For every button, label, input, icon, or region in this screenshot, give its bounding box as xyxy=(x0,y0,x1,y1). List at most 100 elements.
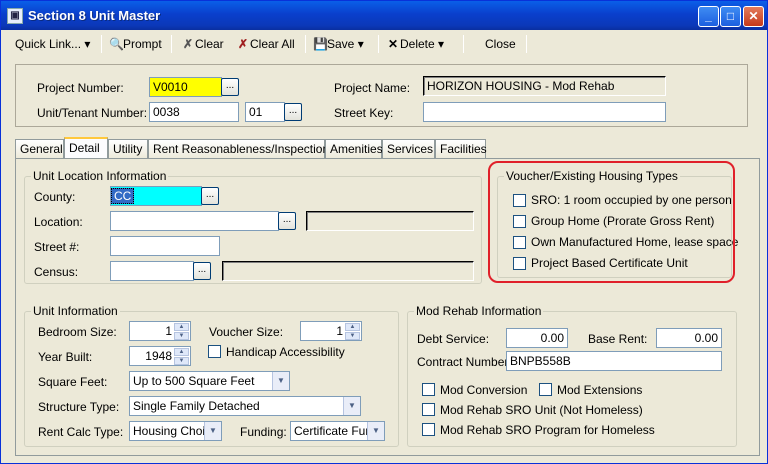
close-window-button[interactable]: ✕ xyxy=(743,6,764,27)
project-number-input[interactable]: V0010 xyxy=(149,77,222,97)
mod-rehab-group: Mod Rehab Information Debt Service: 0.00… xyxy=(407,304,737,447)
chevron-down-icon: ▼ xyxy=(367,422,384,440)
minimize-button[interactable]: _ xyxy=(698,6,719,27)
app-icon: ▣ xyxy=(7,8,23,24)
location-lookup-button[interactable]: ... xyxy=(278,212,296,230)
bedroom-size-stepper[interactable]: 1 ▲ ▼ xyxy=(129,321,191,341)
tab-amenities[interactable]: Amenities xyxy=(325,139,383,159)
census-lookup-button[interactable]: ... xyxy=(193,262,211,280)
structure-type-label: Structure Type: xyxy=(38,400,120,414)
magnifier-icon: 🔍 xyxy=(109,37,124,51)
spin-down-icon[interactable]: ▼ xyxy=(174,332,189,340)
close-button[interactable]: Close xyxy=(481,34,520,54)
title-bar: ▣ Section 8 Unit Master _ □ ✕ xyxy=(1,1,767,30)
square-feet-value: Up to 500 Square Feet xyxy=(133,374,255,388)
county-lookup-button[interactable]: ... xyxy=(201,187,219,205)
chevron-down-icon: ▼ xyxy=(343,397,360,415)
tab-facilities[interactable]: Facilities xyxy=(435,139,487,159)
mod-rehab-sro-unit-label: Mod Rehab SRO Unit (Not Homeless) xyxy=(440,403,643,417)
floppy-disk-icon: 💾 xyxy=(313,37,328,51)
clear-all-button[interactable]: ✗ Clear All xyxy=(232,34,299,54)
spin-down-icon[interactable]: ▼ xyxy=(174,357,189,365)
unit-number-input[interactable]: 0038 xyxy=(149,102,239,122)
tab-general[interactable]: General xyxy=(15,139,64,159)
debt-service-input[interactable]: 0.00 xyxy=(506,328,568,348)
street-number-input[interactable] xyxy=(110,236,220,256)
spin-up-icon[interactable]: ▲ xyxy=(174,323,189,331)
structure-type-select[interactable]: Single Family Detached ▼ xyxy=(129,396,361,416)
square-feet-select[interactable]: Up to 500 Square Feet ▼ xyxy=(129,371,290,391)
voucher-size-stepper[interactable]: 1 ▲ ▼ xyxy=(300,321,362,341)
location-label: Location: xyxy=(34,215,83,229)
contract-number-label: Contract Number: xyxy=(417,355,512,369)
project-number-lookup-button[interactable]: ... xyxy=(221,78,239,96)
county-value: CC xyxy=(111,188,135,204)
project-name-field: HORIZON HOUSING - Mod Rehab xyxy=(423,76,666,96)
mod-rehab-sro-program-label: Mod Rehab SRO Program for Homeless xyxy=(440,423,655,437)
rent-calc-type-label: Rent Calc Type: xyxy=(38,425,124,439)
funding-label: Funding: xyxy=(240,425,287,439)
square-feet-label: Square Feet: xyxy=(38,375,108,389)
street-key-input[interactable] xyxy=(423,102,666,122)
delete-x-icon: ✕ xyxy=(387,37,399,51)
debt-service-label: Debt Service: xyxy=(417,332,490,346)
toolbar: Quick Link... ▾ 🔍Prompt ✗ Clear ✗ Clear Al… xyxy=(5,32,763,56)
clear-all-label: Clear All xyxy=(250,37,295,51)
toolbar-separator xyxy=(305,35,306,53)
rent-calc-type-select[interactable]: Housing Choice ▼ xyxy=(129,421,222,441)
spin-up-icon[interactable]: ▲ xyxy=(174,348,189,356)
handicap-accessibility-label: Handicap Accessibility xyxy=(226,345,345,359)
close-label: Close xyxy=(485,37,516,51)
base-rent-input[interactable]: 0.00 xyxy=(656,328,722,348)
voucher-size-label: Voucher Size: xyxy=(209,325,284,339)
funding-select[interactable]: Certificate Func ▼ xyxy=(290,421,385,441)
census-input[interactable] xyxy=(110,261,194,281)
prompt-button[interactable]: 🔍Prompt xyxy=(105,34,166,54)
spin-up-icon[interactable]: ▲ xyxy=(345,323,360,331)
structure-type-value: Single Family Detached xyxy=(133,399,260,413)
chevron-down-icon: ▾ xyxy=(84,37,91,51)
clear-icon: ✗ xyxy=(182,37,194,51)
location-description-field xyxy=(306,211,474,231)
chevron-down-icon: ▼ xyxy=(204,422,221,440)
project-name-label: Project Name: xyxy=(334,81,411,95)
unit-lookup-button[interactable]: ... xyxy=(284,103,302,121)
tab-utility[interactable]: Utility xyxy=(108,139,148,159)
mod-rehab-sro-unit-checkbox[interactable] xyxy=(422,403,435,416)
mod-rehab-sro-program-checkbox[interactable] xyxy=(422,423,435,436)
voucher-size-value: 1 xyxy=(336,324,343,338)
funding-value: Certificate Func xyxy=(294,424,379,438)
toolbar-separator xyxy=(463,35,464,53)
county-input[interactable]: CC xyxy=(110,186,202,206)
street-key-label: Street Key: xyxy=(334,106,394,120)
street-number-label: Street #: xyxy=(34,240,80,254)
unit-tenant-number-label: Unit/Tenant Number: xyxy=(37,106,148,120)
mod-rehab-group-title: Mod Rehab Information xyxy=(414,304,544,318)
tenant-number-input[interactable]: 01 xyxy=(245,102,285,122)
clear-button[interactable]: ✗ Clear xyxy=(177,34,228,54)
annotation-highlight-box xyxy=(488,161,735,283)
tab-detail[interactable]: Detail xyxy=(64,137,108,160)
year-built-stepper[interactable]: 1948 ▲ ▼ xyxy=(129,346,191,366)
quick-link-button[interactable]: Quick Link... ▾ xyxy=(11,34,94,54)
spin-down-icon[interactable]: ▼ xyxy=(345,332,360,340)
unit-information-group: Unit Information Bedroom Size: 1 ▲ ▼ Vouch… xyxy=(24,304,399,447)
save-button[interactable]: 💾Save ▾ xyxy=(309,34,368,54)
maximize-button[interactable]: □ xyxy=(720,6,741,27)
bedroom-size-value: 1 xyxy=(165,324,172,338)
contract-number-input[interactable]: BNPB558B xyxy=(506,351,722,371)
unit-info-group-title: Unit Information xyxy=(31,304,120,318)
handicap-accessibility-checkbox[interactable] xyxy=(208,345,221,358)
toolbar-separator xyxy=(171,35,172,53)
delete-button[interactable]: ✕ Delete ▾ xyxy=(382,34,448,54)
tab-services[interactable]: Services xyxy=(382,139,435,159)
prompt-label: Prompt xyxy=(123,37,162,51)
tab-rent-reasonableness[interactable]: Rent Reasonableness/Inspections xyxy=(148,139,335,159)
mod-conversion-checkbox[interactable] xyxy=(422,383,435,396)
app-window: ▣ Section 8 Unit Master _ □ ✕ Quick Link… xyxy=(0,0,768,464)
year-built-value: 1948 xyxy=(145,349,172,363)
location-input[interactable] xyxy=(110,211,279,231)
clear-label: Clear xyxy=(195,37,224,51)
mod-extensions-checkbox[interactable] xyxy=(539,383,552,396)
chevron-down-icon: ▾ xyxy=(357,37,364,51)
